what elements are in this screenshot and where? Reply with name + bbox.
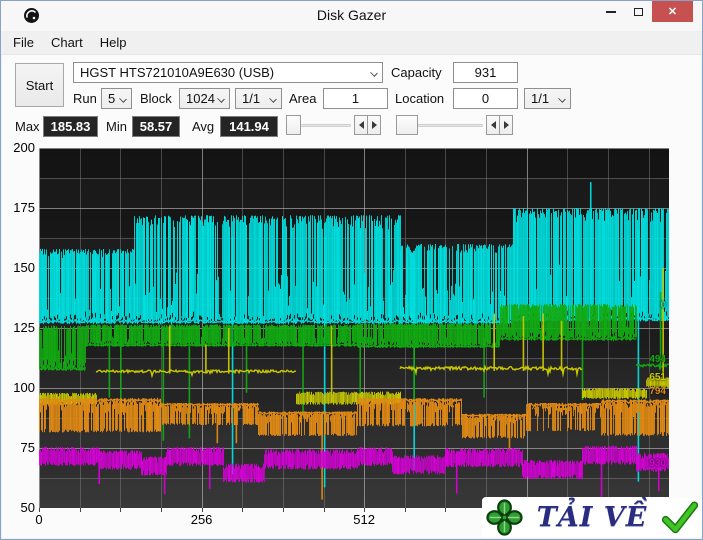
chart-scroll-2[interactable] bbox=[396, 114, 513, 136]
block-sub-select[interactable]: 1/1 bbox=[235, 88, 282, 109]
y-axis-tick-label: 75 bbox=[20, 440, 35, 455]
chevron-down-icon bbox=[119, 95, 127, 103]
area-field[interactable]: 1 bbox=[323, 88, 388, 109]
series-end-label: 930 bbox=[649, 457, 666, 469]
x-axis-tick bbox=[405, 508, 406, 512]
avg-label: Avg bbox=[192, 119, 215, 134]
x-axis-tick bbox=[202, 508, 203, 512]
menu-help[interactable]: Help bbox=[100, 32, 136, 53]
block-label: Block bbox=[140, 91, 172, 106]
run-select-value: 5 bbox=[108, 91, 116, 106]
download-watermark[interactable]: TẢI VỀ bbox=[482, 497, 702, 537]
y-axis-tick-label: 150 bbox=[13, 260, 35, 275]
drive-select[interactable]: HGST HTS721010A9E630 (USB) bbox=[73, 62, 383, 83]
x-axis-tick bbox=[324, 508, 325, 512]
benchmark-chart-plot: 0 494 651 794 930 bbox=[39, 148, 669, 508]
arrow-right-icon bbox=[371, 121, 377, 129]
x-axis-tick-label: 256 bbox=[190, 512, 213, 527]
y-axis-tick-label: 200 bbox=[13, 140, 35, 155]
series-end-label: 0 bbox=[660, 300, 666, 312]
maximize-icon bbox=[633, 7, 643, 16]
x-axis-tick bbox=[161, 508, 162, 512]
max-label: Max bbox=[15, 119, 40, 134]
start-button[interactable]: Start bbox=[15, 63, 64, 107]
watermark-text: TẢI VỀ bbox=[536, 501, 648, 533]
chevron-down-icon bbox=[269, 95, 277, 103]
chevron-down-icon bbox=[370, 69, 378, 77]
min-value: 58.57 bbox=[132, 116, 180, 137]
location-field[interactable]: 0 bbox=[453, 88, 518, 109]
scroll-thumb[interactable] bbox=[396, 115, 418, 135]
series-end-label: 494 bbox=[649, 354, 666, 366]
arrow-right-icon bbox=[503, 121, 509, 129]
location-label: Location bbox=[395, 91, 445, 106]
scroll-right-button[interactable] bbox=[367, 115, 381, 135]
scroll-left-button[interactable] bbox=[486, 115, 500, 135]
series-end-label: 794 bbox=[649, 385, 666, 397]
x-axis-tick-label: 0 bbox=[35, 512, 43, 527]
checkmark-icon bbox=[661, 501, 699, 534]
x-axis-tick bbox=[39, 508, 40, 512]
scroll-thumb[interactable] bbox=[286, 115, 301, 135]
arrow-left-icon bbox=[358, 121, 364, 129]
series-end-labels: 0 494 651 794 930 bbox=[39, 148, 669, 508]
x-axis-tick bbox=[364, 508, 365, 512]
x-axis-tick bbox=[80, 508, 81, 512]
drive-select-value: HGST HTS721010A9E630 (USB) bbox=[80, 65, 275, 80]
menu-file[interactable]: File bbox=[13, 32, 43, 53]
capacity-label: Capacity bbox=[391, 65, 442, 80]
chart-scroll-1[interactable] bbox=[286, 114, 381, 136]
block-select-value: 1024 bbox=[186, 91, 215, 106]
location-sub-select-value: 1/1 bbox=[531, 91, 550, 106]
menu-bar: File Chart Help bbox=[1, 31, 702, 55]
scroll-right-button[interactable] bbox=[499, 115, 513, 135]
chevron-down-icon bbox=[558, 95, 566, 103]
x-axis-tick bbox=[283, 508, 284, 512]
y-axis-tick-label: 175 bbox=[13, 200, 35, 215]
series-end-label: 651 bbox=[649, 372, 666, 384]
x-axis-tick-label: 512 bbox=[353, 512, 375, 527]
x-axis-tick bbox=[120, 508, 121, 512]
y-axis-tick-label: 100 bbox=[13, 380, 35, 395]
run-label: Run bbox=[73, 91, 97, 106]
run-select[interactable]: 5 bbox=[101, 88, 132, 109]
min-label: Min bbox=[106, 119, 127, 134]
location-sub-select[interactable]: 1/1 bbox=[524, 88, 571, 109]
maximize-button[interactable] bbox=[625, 1, 651, 22]
app-window: Disk Gazer ✕ File Chart Help Start HGST … bbox=[0, 0, 703, 540]
area-label: Area bbox=[289, 91, 317, 106]
clover-icon bbox=[486, 498, 523, 536]
capacity-field[interactable]: 931 bbox=[453, 62, 518, 83]
title-bar: Disk Gazer ✕ bbox=[1, 1, 702, 31]
max-value: 185.83 bbox=[43, 116, 98, 137]
close-button[interactable]: ✕ bbox=[652, 1, 693, 22]
y-axis-tick-label: 125 bbox=[13, 320, 35, 335]
block-sub-select-value: 1/1 bbox=[242, 91, 261, 106]
minimize-button[interactable] bbox=[597, 1, 624, 22]
x-axis-tick bbox=[445, 508, 446, 512]
scroll-left-button[interactable] bbox=[354, 115, 368, 135]
x-axis-tick bbox=[242, 508, 243, 512]
avg-value: 141.94 bbox=[220, 116, 278, 137]
arrow-left-icon bbox=[490, 121, 496, 129]
block-select[interactable]: 1024 bbox=[179, 88, 230, 109]
menu-chart[interactable]: Chart bbox=[51, 32, 92, 53]
chevron-down-icon bbox=[217, 95, 225, 103]
minimize-icon bbox=[605, 10, 616, 13]
